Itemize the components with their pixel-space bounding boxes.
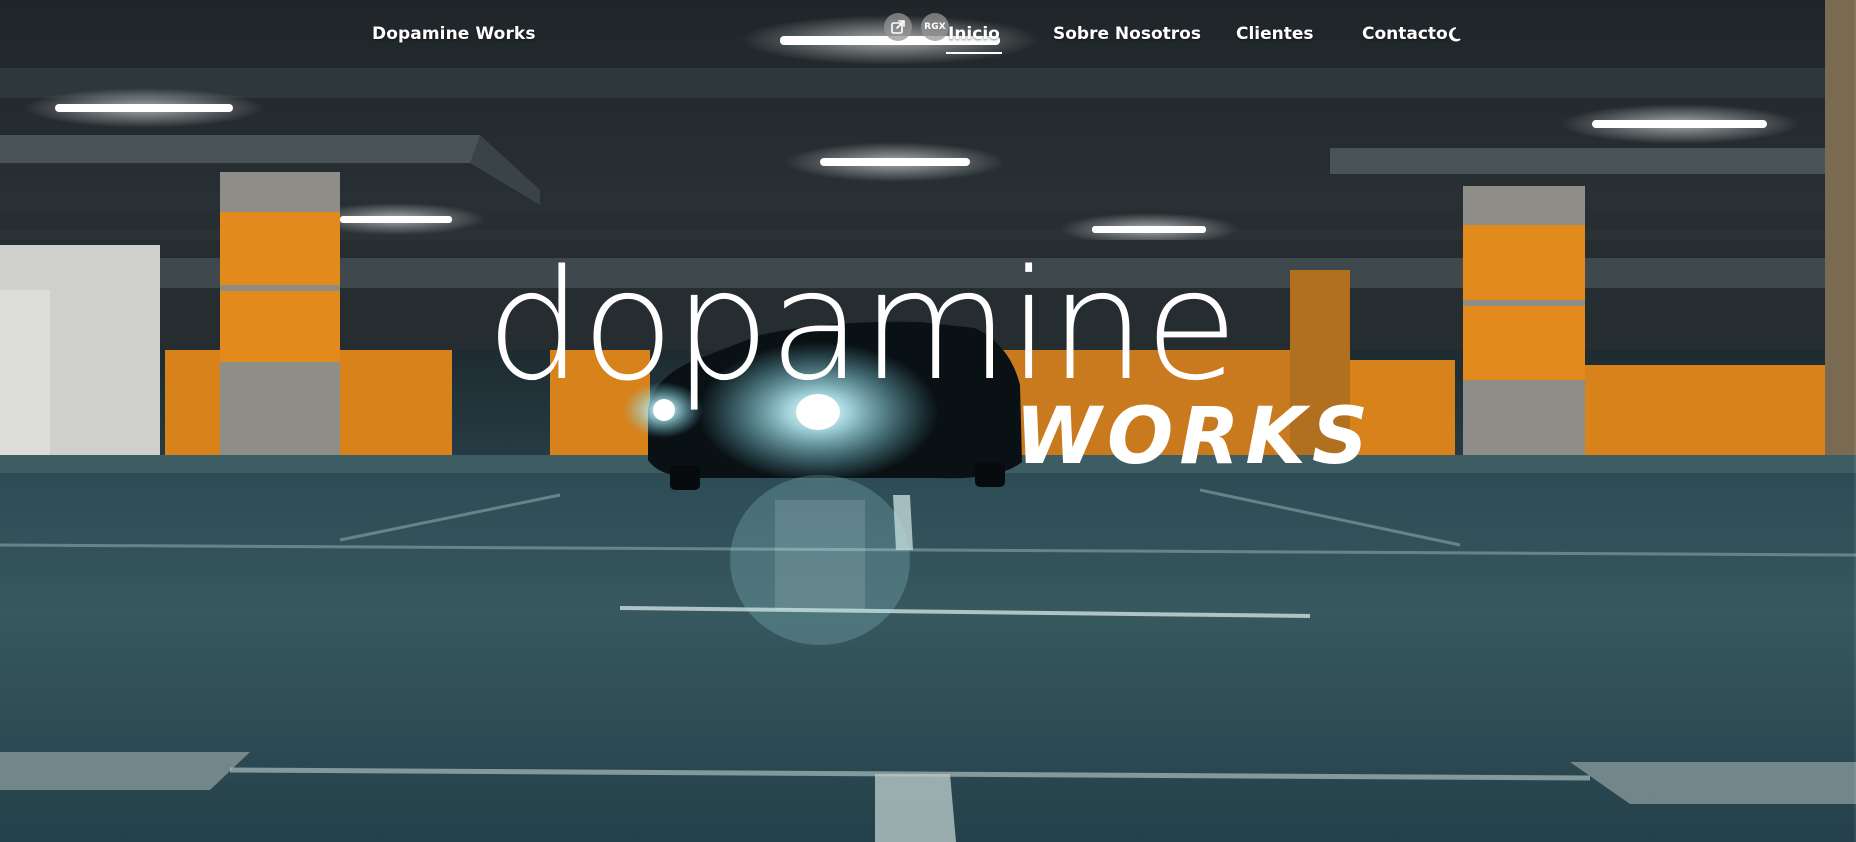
nav-link-inicio[interactable]: Inicio — [946, 24, 1002, 54]
top-navbar: Dopamine Works Inicio Sobre Nosotros Cli… — [0, 0, 1856, 70]
dopamine-works-logo: dopamine WORKS — [480, 237, 1368, 480]
theme-toggle-button[interactable] — [1446, 25, 1466, 45]
logo-subtitle: WORKS — [1015, 392, 1375, 482]
rgx-button[interactable]: RGX — [921, 13, 949, 41]
nav-link-clientes[interactable]: Clientes — [1236, 24, 1314, 44]
brand-link[interactable]: Dopamine Works — [372, 24, 536, 44]
moon-icon — [1449, 27, 1461, 42]
open-external-button[interactable] — [884, 13, 912, 41]
logo-wordmark: dopamine — [486, 237, 1238, 414]
nav-link-sobre-nosotros[interactable]: Sobre Nosotros — [1053, 24, 1201, 44]
nav-link-contacto[interactable]: Contacto — [1362, 24, 1448, 44]
external-link-icon — [891, 20, 905, 34]
hero-section: dopamine WORKS — [0, 0, 1856, 842]
